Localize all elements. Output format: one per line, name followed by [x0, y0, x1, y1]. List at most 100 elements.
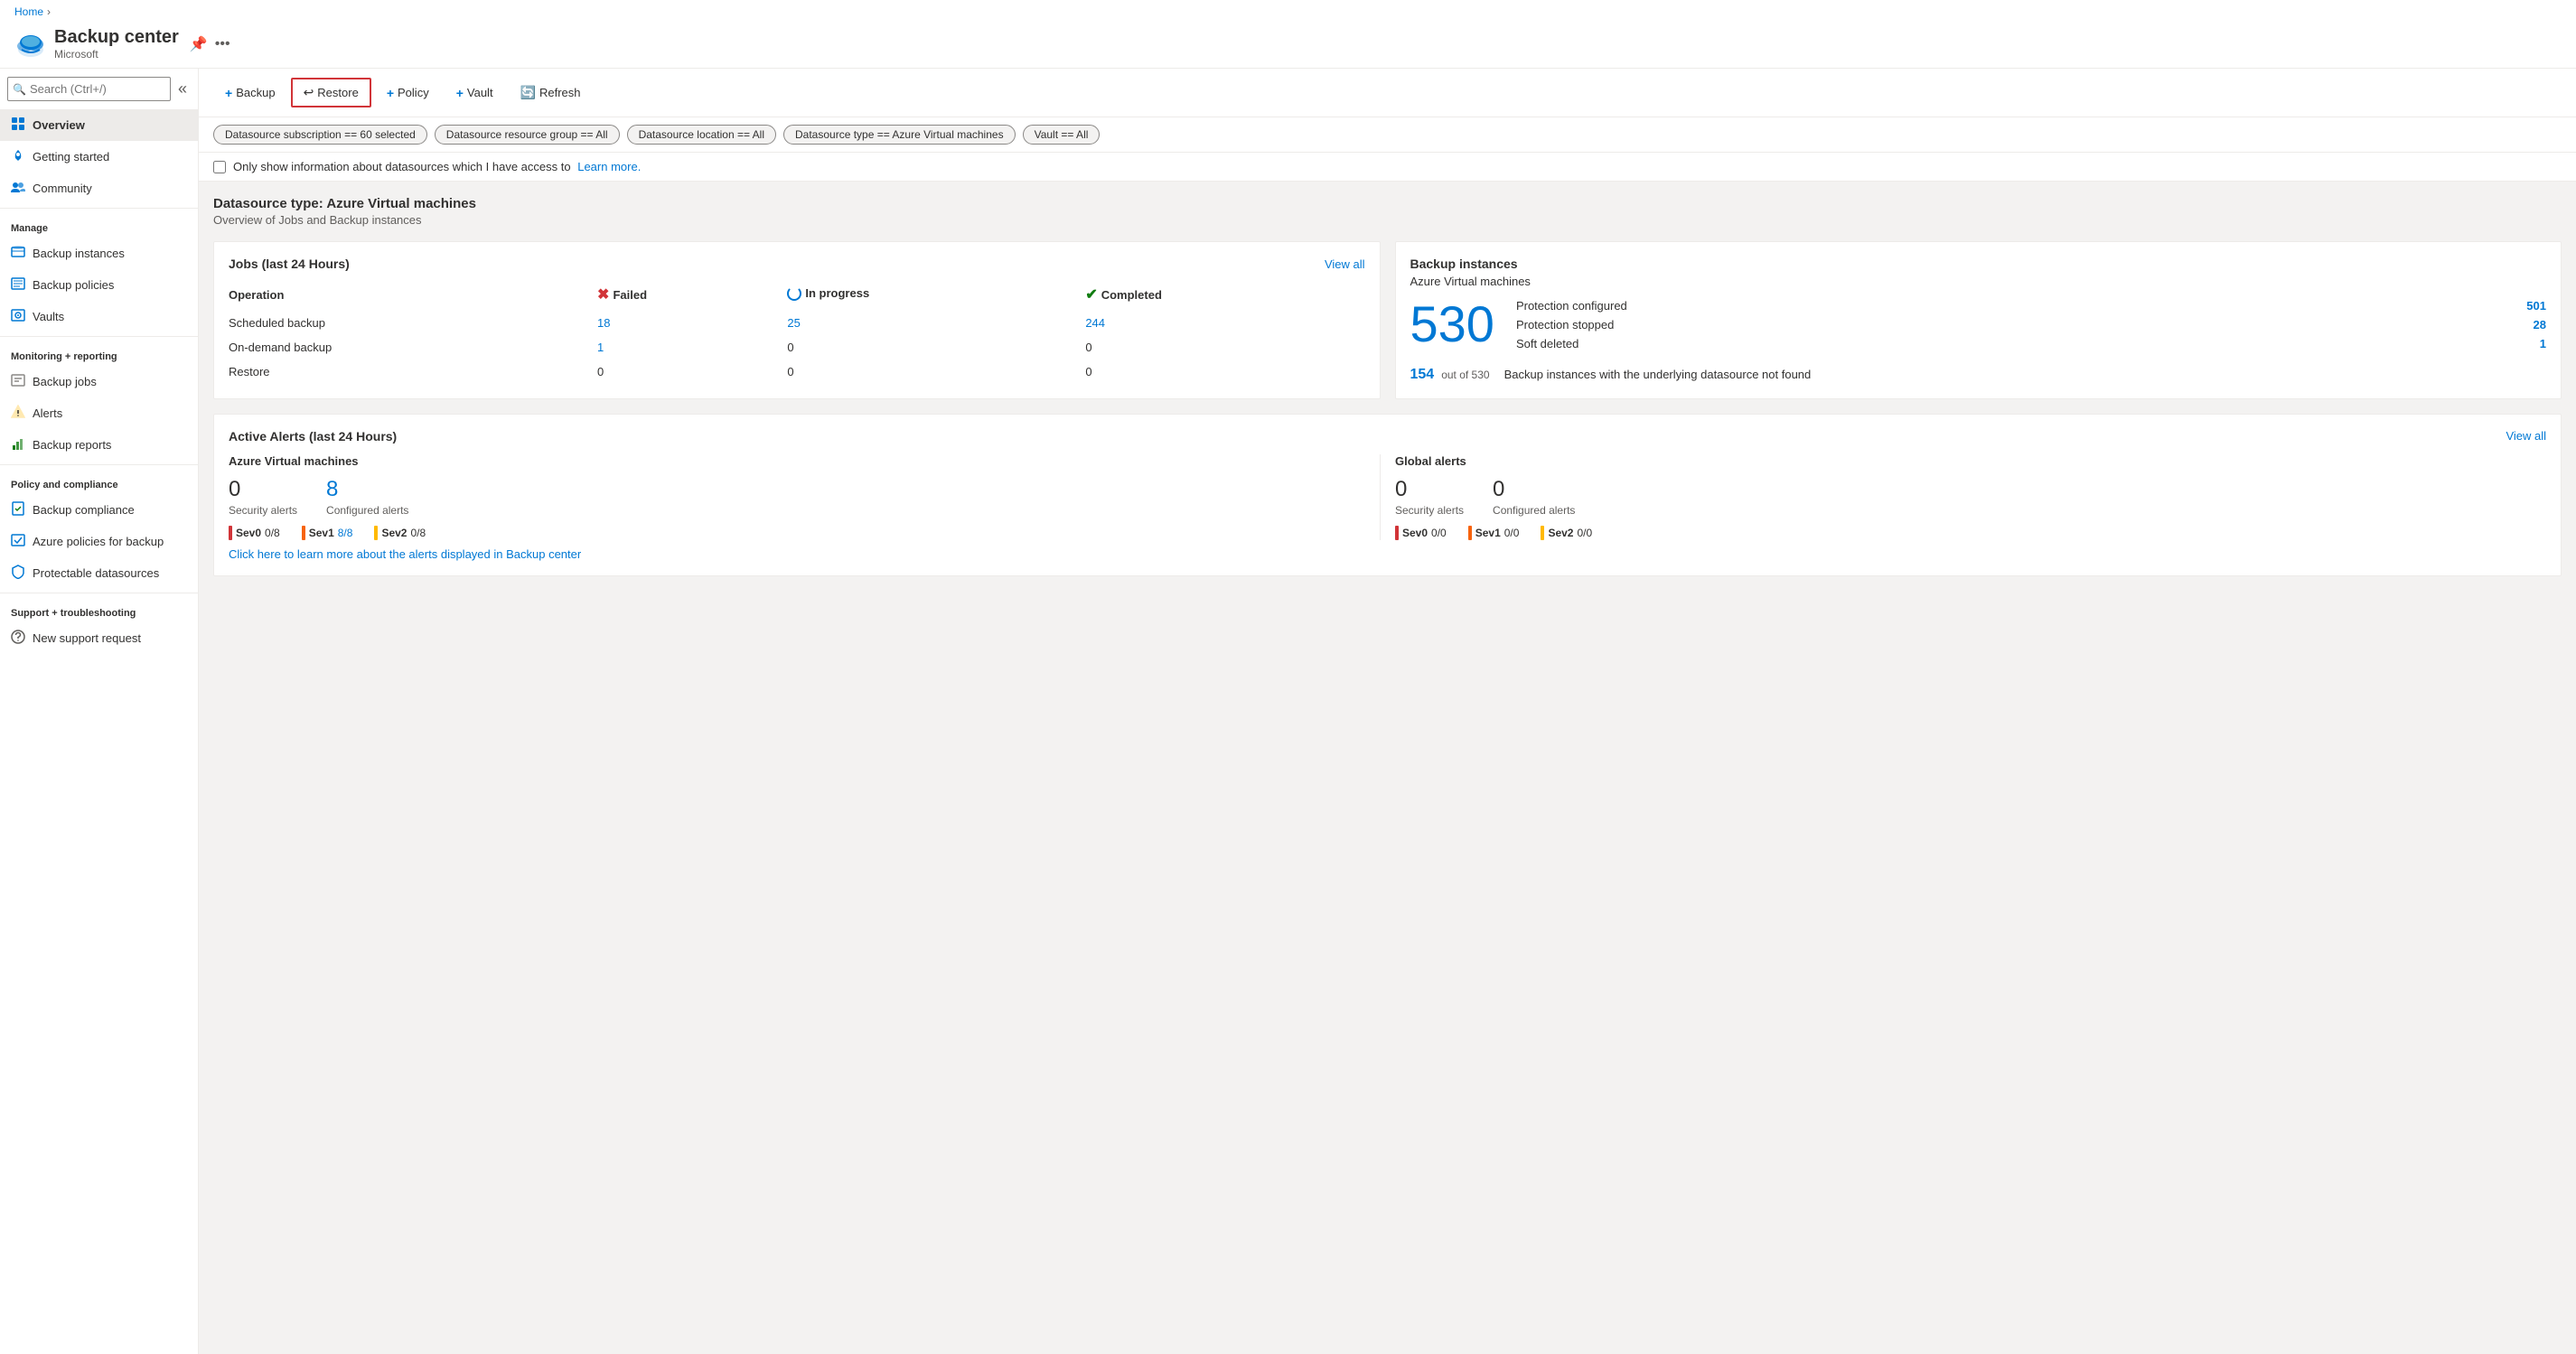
- sidebar-item-alerts[interactable]: Alerts: [0, 397, 198, 429]
- sidebar-item-overview[interactable]: Overview: [0, 109, 198, 141]
- sidebar-item-backup-compliance[interactable]: Backup compliance: [0, 494, 198, 526]
- app-title: Backup center: [54, 27, 179, 48]
- bi-stat-val-2[interactable]: 28: [2534, 318, 2546, 331]
- alerts-view-all-link[interactable]: View all: [2506, 429, 2546, 444]
- manage-section-label: Manage: [0, 212, 198, 238]
- policy-button[interactable]: + Policy: [375, 79, 441, 107]
- row-failed-plain: 0: [597, 365, 604, 378]
- sidebar-item-community[interactable]: Community: [0, 173, 198, 204]
- sidebar-item-label: Vaults: [33, 310, 64, 323]
- sidebar-item-label: Azure policies for backup: [33, 535, 164, 548]
- row-comp-link[interactable]: 244: [1085, 316, 1105, 330]
- access-label: Only show information about datasources …: [233, 160, 641, 173]
- backup-instances-card: Backup instances Azure Virtual machines …: [1395, 241, 2562, 399]
- inprogress-icon: [787, 286, 801, 301]
- sev2-bar-g: [1541, 526, 1544, 540]
- sev1-item-global: Sev1 0/0: [1468, 526, 1520, 540]
- backup-compliance-icon: [11, 501, 25, 518]
- row-ip-plain: 0: [787, 365, 793, 378]
- filter-chip-vault[interactable]: Vault == All: [1023, 125, 1101, 145]
- sidebar-item-label: Backup compliance: [33, 503, 135, 517]
- more-icon[interactable]: •••: [215, 36, 230, 52]
- sev0-item-azure: Sev0 0/8: [229, 526, 280, 540]
- vault-plus-icon: +: [456, 86, 464, 100]
- row-operation: Scheduled backup: [229, 311, 597, 335]
- sev0-val-g: 0/0: [1431, 527, 1447, 539]
- sidebar-item-backup-reports[interactable]: Backup reports: [0, 429, 198, 461]
- filter-chip-subscription[interactable]: Datasource subscription == 60 selected: [213, 125, 427, 145]
- collapse-icon[interactable]: «: [174, 76, 191, 102]
- restore-button[interactable]: ↩ Restore: [291, 78, 371, 107]
- vault-button[interactable]: + Vault: [445, 79, 505, 107]
- bi-footer-num[interactable]: 154: [1410, 367, 1435, 383]
- azure-policies-icon: [11, 533, 25, 550]
- azure-section-title: Azure Virtual machines: [229, 454, 1365, 468]
- azure-configured-count: 8: [326, 477, 408, 502]
- sidebar-item-label: Protectable datasources: [33, 566, 159, 580]
- refresh-icon: 🔄: [520, 85, 536, 100]
- overview-icon: [11, 117, 25, 134]
- sidebar-item-label: Backup instances: [33, 247, 125, 260]
- sidebar-item-label: Backup jobs: [33, 375, 97, 388]
- sidebar-divider-2: [0, 336, 198, 337]
- row-failed-link[interactable]: 18: [597, 316, 610, 330]
- sev2-label-g: Sev2: [1548, 527, 1573, 539]
- access-checkbox[interactable]: [213, 161, 226, 173]
- sidebar-item-getting-started[interactable]: Getting started: [0, 141, 198, 173]
- sidebar-item-label: Community: [33, 182, 92, 195]
- global-alerts-section: Global alerts 0 Security alerts 0 Config…: [1380, 454, 2546, 540]
- sev0-item-global: Sev0 0/0: [1395, 526, 1447, 540]
- policy-plus-icon: +: [387, 86, 394, 100]
- monitoring-section-label: Monitoring + reporting: [0, 341, 198, 366]
- filter-chip-location[interactable]: Datasource location == All: [627, 125, 776, 145]
- bi-total-num[interactable]: 530: [1410, 299, 1494, 350]
- sidebar-item-vaults[interactable]: Vaults: [0, 301, 198, 332]
- filter-chip-datasource-type[interactable]: Datasource type == Azure Virtual machine…: [783, 125, 1016, 145]
- learn-more-link[interactable]: Learn more.: [577, 160, 641, 173]
- datasource-subtitle: Overview of Jobs and Backup instances: [213, 213, 2562, 227]
- row-ip-plain: 0: [787, 341, 793, 354]
- sidebar-item-backup-policies[interactable]: Backup policies: [0, 269, 198, 301]
- filter-chip-resource-group[interactable]: Datasource resource group == All: [435, 125, 620, 145]
- app-subtitle: Microsoft: [54, 48, 179, 61]
- row-ip-link[interactable]: 25: [787, 316, 800, 330]
- vaults-icon: [11, 308, 25, 325]
- azure-security-label: Security alerts: [229, 504, 297, 517]
- pin-icon[interactable]: 📌: [190, 35, 208, 53]
- alerts-card: Active Alerts (last 24 Hours) View all A…: [213, 414, 2562, 576]
- row-comp-plain: 0: [1085, 341, 1091, 354]
- sidebar-item-label: Backup reports: [33, 438, 111, 452]
- bi-card-title: Backup instances: [1410, 257, 2547, 271]
- sev1-val-g: 0/0: [1504, 527, 1520, 539]
- row-operation: Restore: [229, 360, 597, 384]
- sidebar-item-azure-policies[interactable]: Azure policies for backup: [0, 526, 198, 557]
- bi-footer-desc: Backup instances with the underlying dat…: [1504, 368, 2546, 381]
- sev1-label: Sev1: [309, 527, 334, 539]
- sidebar-item-protectable[interactable]: Protectable datasources: [0, 557, 198, 589]
- completed-icon: ✔: [1085, 285, 1097, 303]
- alerts-learn-more-link[interactable]: Click here to learn more about the alert…: [229, 547, 581, 561]
- sidebar-item-backup-instances[interactable]: Backup instances: [0, 238, 198, 269]
- col-operation: Operation: [229, 282, 597, 311]
- row-operation: On-demand backup: [229, 335, 597, 360]
- bi-stat-val-3[interactable]: 1: [2540, 337, 2546, 350]
- refresh-button[interactable]: 🔄 Refresh: [509, 79, 593, 107]
- bi-stat-val-1[interactable]: 501: [2526, 299, 2546, 313]
- breadcrumb-home[interactable]: Home: [14, 5, 43, 18]
- jobs-view-all-link[interactable]: View all: [1325, 257, 1365, 271]
- search-input[interactable]: [7, 77, 171, 101]
- bi-stat-label-2: Protection stopped: [1516, 318, 1614, 331]
- row-failed-link[interactable]: 1: [597, 341, 604, 354]
- sidebar-item-new-support[interactable]: New support request: [0, 622, 198, 654]
- sidebar-item-backup-jobs[interactable]: Backup jobs: [0, 366, 198, 397]
- app-title-group: Backup center Microsoft: [54, 27, 179, 61]
- backup-button[interactable]: + Backup: [213, 79, 287, 107]
- bi-stat-label-3: Soft deleted: [1516, 337, 1578, 350]
- sev0-val: 0/8: [265, 527, 280, 539]
- datasource-title: Datasource type: Azure Virtual machines: [213, 196, 2562, 211]
- col-inprogress: In progress: [787, 282, 1085, 311]
- sev2-label: Sev2: [381, 527, 407, 539]
- breadcrumb-separator: ›: [47, 5, 51, 18]
- sidebar-divider-3: [0, 464, 198, 465]
- table-row: Scheduled backup 18 25 244: [229, 311, 1365, 335]
